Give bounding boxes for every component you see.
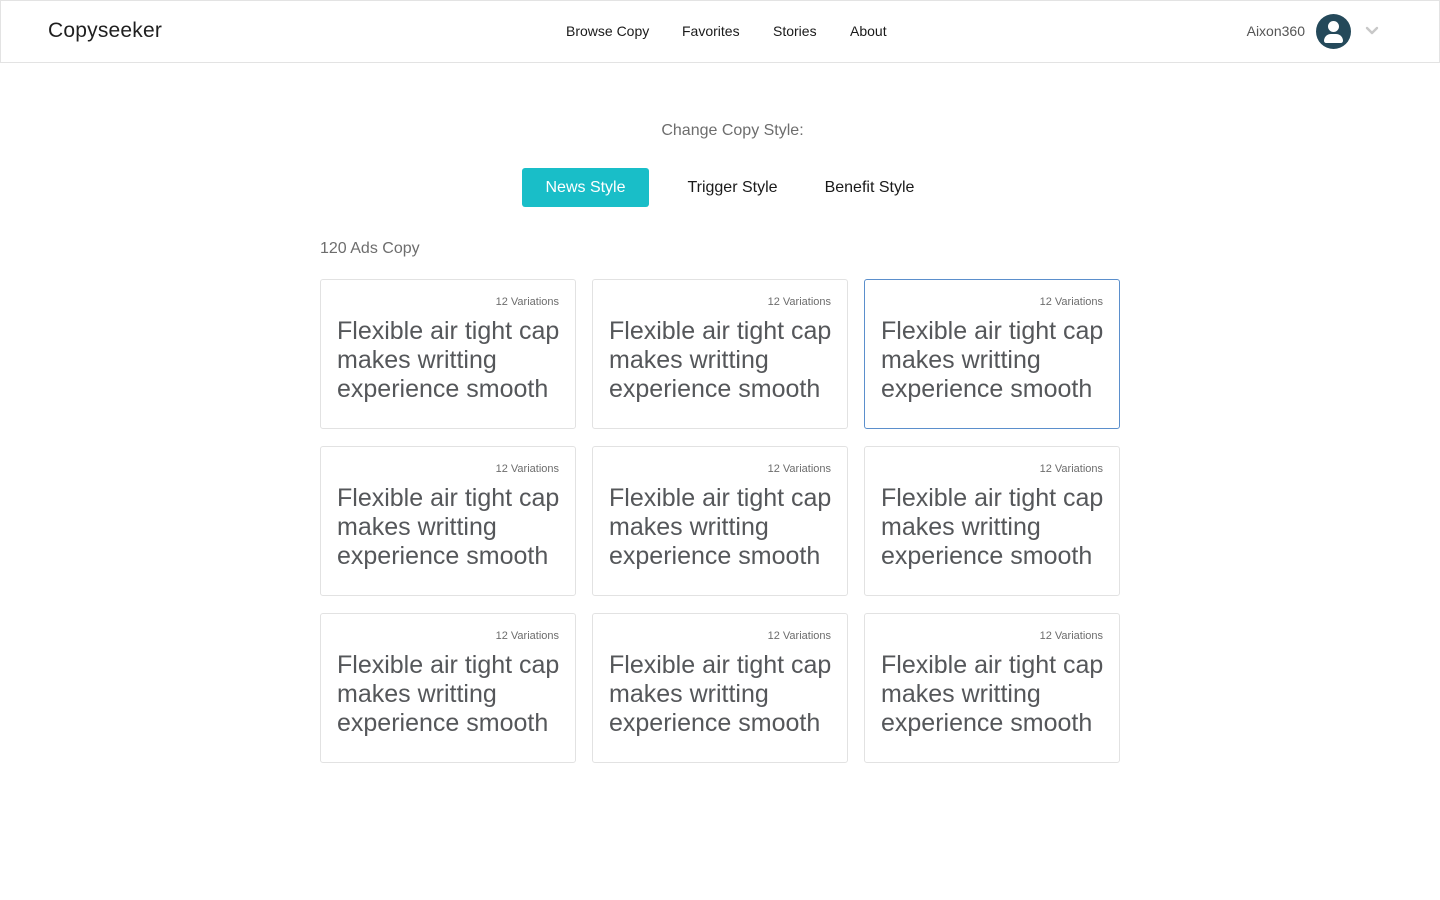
chevron-down-icon[interactable] (1365, 25, 1379, 37)
benefit-style-button[interactable]: Benefit Style (808, 168, 931, 207)
variations-count: 12 Variations (495, 463, 559, 475)
copy-text: Flexible air tight cap makes writting ex… (337, 317, 560, 403)
nav-stories[interactable]: Stories (773, 23, 817, 39)
nav-favorites[interactable]: Favorites (682, 23, 740, 39)
variations-count: 12 Variations (1039, 296, 1103, 308)
copy-text: Flexible air tight cap makes writting ex… (337, 651, 560, 737)
copy-text: Flexible air tight cap makes writting ex… (337, 484, 560, 570)
copy-card[interactable]: 12 Variations Flexible air tight cap mak… (592, 279, 848, 429)
variations-count: 12 Variations (767, 463, 831, 475)
top-navigation-bar: Copyseeker Browse Copy Favorites Stories… (0, 0, 1440, 63)
copy-text: Flexible air tight cap makes writting ex… (609, 651, 832, 737)
news-style-button[interactable]: News Style (522, 168, 649, 207)
user-name[interactable]: Aixon360 (1247, 23, 1305, 39)
copy-card[interactable]: 12 Variations Flexible air tight cap mak… (592, 613, 848, 763)
variations-count: 12 Variations (495, 630, 559, 642)
copy-text: Flexible air tight cap makes writting ex… (609, 317, 832, 403)
variations-count: 12 Variations (767, 296, 831, 308)
variations-count: 12 Variations (1039, 630, 1103, 642)
copy-card[interactable]: 12 Variations Flexible air tight cap mak… (864, 279, 1120, 429)
copy-text: Flexible air tight cap makes writting ex… (881, 651, 1104, 737)
variations-count: 12 Variations (767, 630, 831, 642)
copy-card[interactable]: 12 Variations Flexible air tight cap mak… (320, 279, 576, 429)
copy-card[interactable]: 12 Variations Flexible air tight cap mak… (864, 446, 1120, 596)
copy-card[interactable]: 12 Variations Flexible air tight cap mak… (864, 613, 1120, 763)
ads-copy-count: 120 Ads Copy (320, 240, 420, 257)
nav-browse-copy[interactable]: Browse Copy (566, 23, 649, 39)
main-nav: Browse Copy Favorites Stories About (1, 1, 1440, 64)
copy-card[interactable]: 12 Variations Flexible air tight cap mak… (320, 446, 576, 596)
variations-count: 12 Variations (1039, 463, 1103, 475)
change-copy-style-label: Change Copy Style: (661, 122, 804, 139)
copy-text: Flexible air tight cap makes writting ex… (881, 484, 1104, 570)
copy-card[interactable]: 12 Variations Flexible air tight cap mak… (592, 446, 848, 596)
nav-about[interactable]: About (850, 23, 887, 39)
copy-text: Flexible air tight cap makes writting ex… (609, 484, 832, 570)
variations-count: 12 Variations (495, 296, 559, 308)
trigger-style-button[interactable]: Trigger Style (670, 168, 795, 207)
copy-text: Flexible air tight cap makes writting ex… (881, 317, 1104, 403)
user-icon[interactable] (1316, 14, 1351, 49)
copy-card[interactable]: 12 Variations Flexible air tight cap mak… (320, 613, 576, 763)
